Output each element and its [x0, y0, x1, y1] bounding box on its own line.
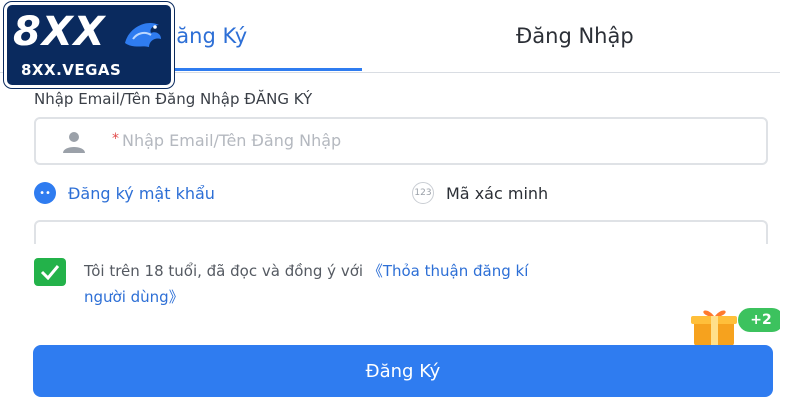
register-submit-button[interactable]: Đăng Ký — [33, 345, 773, 397]
option-verification-code[interactable]: 123 Mã xác minh — [412, 182, 548, 204]
terms-link-continued[interactable]: người dùng》 — [84, 286, 184, 307]
option-code-label: Mã xác minh — [446, 183, 549, 203]
edge-strip — [780, 0, 800, 400]
active-tab-indicator — [170, 68, 362, 71]
logo-text: 8XX — [13, 9, 106, 55]
dragon-icon — [125, 23, 161, 47]
password-input[interactable] — [34, 220, 768, 244]
user-icon — [63, 132, 85, 153]
gift-count-badge: +2 — [738, 308, 784, 332]
option-password-label: Đăng ký mật khẩu — [68, 183, 215, 203]
option-password[interactable]: •• Đăng ký mật khẩu — [34, 182, 215, 204]
register-panel: Đăng Ký Đăng Nhập 8XX 8XX.VEGAS Nhập Ema… — [0, 0, 800, 400]
username-input[interactable]: * Nhập Email/Tên Đăng Nhập — [34, 117, 768, 165]
terms-link[interactable]: 《Thỏa thuận đăng kí — [368, 262, 529, 280]
username-placeholder: Nhập Email/Tên Đăng Nhập — [122, 131, 342, 150]
checkmark-icon — [40, 265, 60, 280]
logo-domain: 8XX.VEGAS — [21, 61, 122, 79]
password-dots-icon: •• — [34, 182, 56, 204]
brand-logo: 8XX 8XX.VEGAS — [4, 2, 174, 88]
number-code-icon: 123 — [412, 182, 434, 204]
username-label: Nhập Email/Tên Đăng Nhập ĐĂNG KÝ — [34, 90, 313, 108]
agreement-text: Tôi trên 18 tuổi, đã đọc và đồng ý với 《… — [84, 260, 528, 281]
agreement-statement: Tôi trên 18 tuổi, đã đọc và đồng ý với — [84, 262, 368, 280]
tab-login[interactable]: Đăng Nhập — [516, 24, 634, 48]
agree-checkbox[interactable] — [34, 258, 66, 286]
gift-icon[interactable] — [688, 306, 742, 346]
required-mark: * — [112, 131, 119, 147]
